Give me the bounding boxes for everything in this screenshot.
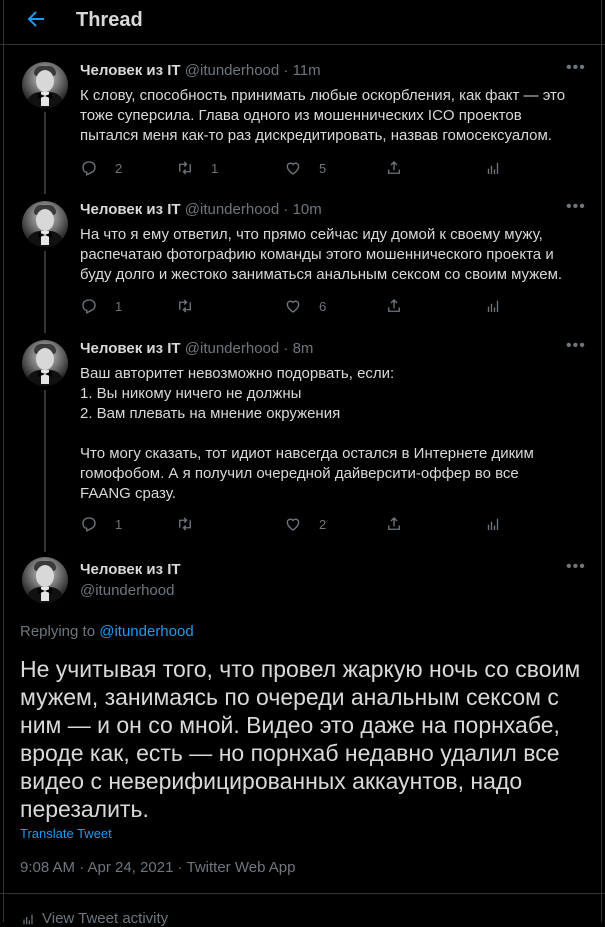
- like-button[interactable]: 2: [284, 514, 326, 534]
- author-handle[interactable]: @itunderhood: [80, 582, 174, 599]
- like-button[interactable]: 6: [284, 296, 326, 316]
- replying-handle-link[interactable]: @itunderhood: [99, 623, 193, 640]
- tweet-actions: 2 1 5: [80, 158, 585, 178]
- view-activity-link[interactable]: View Tweet activity: [20, 910, 168, 927]
- heart-icon: [286, 518, 300, 531]
- reply-button[interactable]: 1: [80, 514, 122, 534]
- share-button[interactable]: [385, 158, 403, 178]
- heart-icon: [286, 300, 300, 313]
- analytics-icon: [23, 913, 33, 924]
- tweet-text: Ваш авторитет невозможно подорвать, если…: [80, 365, 534, 502]
- tweet-time[interactable]: 11m: [293, 62, 321, 79]
- analytics-icon: [487, 300, 499, 312]
- right-border: [601, 0, 602, 922]
- more-icon[interactable]: •••: [566, 198, 586, 216]
- more-icon[interactable]: •••: [566, 337, 586, 355]
- reply-count: 2: [115, 160, 123, 176]
- like-count: 2: [319, 516, 327, 532]
- retweet-button[interactable]: [176, 296, 211, 316]
- avatar[interactable]: [22, 201, 68, 247]
- share-button[interactable]: [385, 514, 403, 534]
- author-name[interactable]: Человек из IT: [80, 561, 181, 578]
- like-count: 5: [319, 160, 327, 176]
- author-name[interactable]: Человек из IT: [80, 62, 181, 79]
- retweet-count: 1: [211, 160, 219, 176]
- share-icon: [388, 299, 400, 312]
- avatar[interactable]: [22, 62, 68, 108]
- analytics-button[interactable]: [484, 158, 502, 178]
- arrow-left-icon[interactable]: [24, 7, 48, 31]
- author-handle[interactable]: @itunderhood: [185, 201, 279, 218]
- header-bar: Thread: [0, 0, 605, 45]
- reply-button[interactable]: 1: [80, 296, 122, 316]
- tweet-meta: Человек из IT @itunderhood · 11m: [80, 62, 321, 79]
- tweet-actions: 1 2: [80, 514, 585, 534]
- replying-to: Replying to @itunderhood: [20, 623, 194, 640]
- share-button[interactable]: [385, 296, 403, 316]
- heart-icon: [286, 162, 300, 175]
- like-count: 6: [319, 298, 327, 314]
- view-activity-label: View Tweet activity: [42, 910, 169, 927]
- thread-line: [44, 251, 46, 333]
- retweet-icon: [179, 517, 191, 531]
- thread-line: [44, 112, 46, 194]
- analytics-button[interactable]: [484, 514, 502, 534]
- translate-link[interactable]: Translate Tweet: [20, 826, 112, 841]
- retweet-button[interactable]: [176, 514, 211, 534]
- tweet-actions: 1 6: [80, 296, 585, 316]
- divider: [0, 893, 605, 894]
- main-tweet-text: Не учитывая того, что провел жаркую ночь…: [20, 656, 581, 822]
- analytics-button[interactable]: [484, 296, 502, 316]
- more-icon[interactable]: •••: [566, 59, 586, 77]
- page-title: Thread: [76, 9, 143, 31]
- retweet-icon: [179, 161, 191, 175]
- author-name[interactable]: Человек из IT: [80, 340, 181, 357]
- analytics-icon: [487, 518, 499, 530]
- reply-icon: [82, 299, 96, 314]
- left-border: [3, 0, 4, 922]
- retweet-button[interactable]: 1: [176, 158, 218, 178]
- avatar[interactable]: [22, 340, 68, 386]
- reply-count: 1: [115, 516, 123, 532]
- thread-line: [44, 390, 46, 552]
- tweet-meta: Человек из IT @itunderhood · 8m: [80, 340, 314, 357]
- like-button[interactable]: 5: [284, 158, 326, 178]
- retweet-icon: [179, 299, 191, 313]
- reply-count: 1: [115, 298, 123, 314]
- analytics-icon: [487, 162, 499, 174]
- tweet-time[interactable]: 10m: [293, 201, 322, 218]
- author-handle[interactable]: @itunderhood: [185, 340, 279, 357]
- avatar[interactable]: [22, 557, 68, 603]
- author-handle[interactable]: @itunderhood: [185, 62, 279, 79]
- reply-icon: [82, 161, 96, 176]
- reply-icon: [82, 517, 96, 532]
- share-icon: [388, 517, 400, 530]
- share-icon: [388, 161, 400, 174]
- tweet-time[interactable]: 8m: [293, 340, 314, 357]
- tweet-text: К слову, способность принимать любые оск…: [80, 87, 566, 144]
- reply-button[interactable]: 2: [80, 158, 122, 178]
- author-name[interactable]: Человек из IT: [80, 201, 181, 218]
- replying-prefix: Replying to: [20, 623, 96, 640]
- tweet-meta: Человек из IT @itunderhood · 10m: [80, 201, 322, 218]
- tweet-text: На что я ему ответил, что прямо сейчас и…: [80, 226, 563, 283]
- tweet-timestamp[interactable]: 9:08 AM · Apr 24, 2021 · Twitter Web App: [20, 859, 295, 876]
- more-icon[interactable]: •••: [566, 558, 586, 576]
